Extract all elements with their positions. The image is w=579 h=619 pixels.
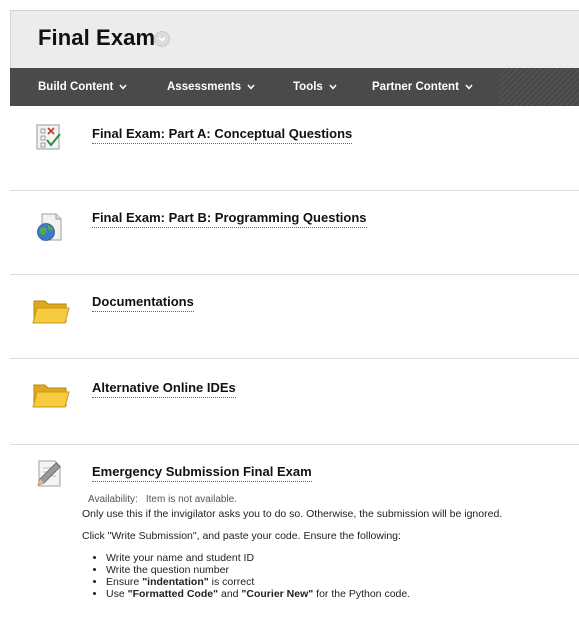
instruction-list: Write your name and student ID Write the… bbox=[82, 552, 577, 600]
list-item: Write the question number bbox=[106, 564, 577, 576]
instruction-line-1: Only use this if the invigilator asks yo… bbox=[82, 508, 503, 520]
tools-menu[interactable]: Tools bbox=[293, 68, 337, 106]
web-link-icon bbox=[34, 212, 64, 242]
list-item-text: for the Python code. bbox=[313, 588, 411, 600]
title-options-chevron-icon[interactable] bbox=[154, 31, 170, 47]
partner-content-menu[interactable]: Partner Content bbox=[372, 68, 473, 106]
availability-value: Item is not available. bbox=[145, 494, 238, 505]
part-b-link[interactable]: Final Exam: Part B: Programming Question… bbox=[92, 210, 367, 228]
page-title: Final Exam bbox=[38, 25, 156, 50]
list-item: Use "Formatted Code" and "Courier New" f… bbox=[106, 588, 577, 600]
emergency-details: Availability: Item is not available. Only… bbox=[82, 494, 577, 600]
assessments-menu[interactable]: Assessments bbox=[167, 68, 255, 106]
content-item-documentations: Documentations bbox=[10, 274, 579, 359]
folder-icon bbox=[32, 380, 70, 410]
build-content-label: Build Content bbox=[38, 81, 114, 94]
instruction-line-2: Click "Write Submission", and paste your… bbox=[82, 530, 401, 542]
test-icon bbox=[34, 122, 64, 152]
availability-label: Availability: bbox=[88, 494, 138, 505]
chevron-down-icon bbox=[465, 68, 473, 106]
list-item: Ensure "indentation" is correct bbox=[106, 576, 577, 588]
list-item-text: is correct bbox=[208, 576, 255, 588]
assessments-label: Assessments bbox=[167, 81, 242, 94]
list-item-text: Use bbox=[106, 588, 128, 600]
folder-icon bbox=[32, 296, 70, 326]
chevron-down-icon bbox=[119, 68, 127, 106]
action-bar: Build Content Assessments Tools Partner … bbox=[10, 68, 579, 106]
assignment-icon bbox=[34, 458, 64, 488]
action-bar-pattern bbox=[500, 68, 579, 106]
part-a-link[interactable]: Final Exam: Part A: Conceptual Questions bbox=[92, 126, 353, 144]
online-ides-link[interactable]: Alternative Online IDEs bbox=[92, 380, 236, 398]
chevron-down-icon bbox=[329, 68, 337, 106]
content-item-part-b: Final Exam: Part B: Programming Question… bbox=[10, 190, 579, 275]
list-item-bold: "Courier New" bbox=[241, 588, 314, 600]
tools-label: Tools bbox=[293, 81, 323, 94]
list-item-bold: "Formatted Code" bbox=[127, 588, 219, 600]
content-item-online-ides: Alternative Online IDEs bbox=[10, 358, 579, 445]
list-item: Write your name and student ID bbox=[106, 552, 577, 564]
partner-content-label: Partner Content bbox=[372, 81, 459, 94]
emergency-submission-link[interactable]: Emergency Submission Final Exam bbox=[92, 464, 312, 482]
page: Final Exam Build Content Assessments Too… bbox=[0, 0, 579, 619]
list-item-text: and bbox=[218, 588, 242, 600]
page-header: Final Exam bbox=[10, 10, 579, 68]
list-item-text: Ensure bbox=[106, 576, 143, 588]
chevron-down-icon bbox=[247, 68, 255, 106]
content-item-part-a: Final Exam: Part A: Conceptual Questions bbox=[10, 106, 579, 191]
documentations-link[interactable]: Documentations bbox=[92, 294, 194, 312]
availability-row: Availability: Item is not available. bbox=[88, 494, 577, 505]
list-item-bold: "indentation" bbox=[142, 576, 209, 588]
build-content-menu[interactable]: Build Content bbox=[38, 68, 127, 106]
